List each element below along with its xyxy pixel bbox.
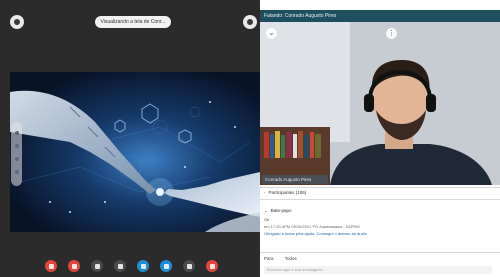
divider: [260, 199, 500, 200]
chat-input-field[interactable]: Escreva aqui a sua mensagem...: [264, 266, 492, 274]
viewing-screen-label[interactable]: Visualizando a tela de Conr...: [95, 16, 171, 28]
chat-message-text: Obrigado a todos pela ajuda. Consegui o …: [264, 231, 367, 236]
shared-screen-image: [10, 72, 260, 232]
speaker-video-frame: [260, 22, 500, 185]
people-icon: [140, 263, 146, 269]
share-icon: [117, 263, 123, 269]
chat-button[interactable]: [160, 260, 172, 272]
divider: [260, 252, 500, 253]
leave-button[interactable]: [206, 260, 218, 272]
chat-section-header[interactable]: ⌄ Bate-papo: [260, 206, 500, 216]
more-button[interactable]: [183, 260, 195, 272]
participants-section-label: Participantes (106): [268, 190, 307, 195]
options-icon[interactable]: [243, 15, 257, 29]
participants-section-header[interactable]: › Participantes (106): [260, 188, 500, 198]
share-button[interactable]: [114, 260, 126, 272]
robot-hand-touch-image: [10, 72, 260, 232]
participants-button[interactable]: [137, 260, 149, 272]
collapse-video-icon[interactable]: ⌄: [266, 28, 277, 39]
annotation-toolbar: [11, 122, 22, 186]
eraser-tool-icon[interactable]: [14, 157, 19, 161]
chat-message-ok: Ok: [264, 217, 270, 222]
more-icon: [186, 263, 192, 269]
menu-icon[interactable]: [10, 15, 24, 29]
record-button[interactable]: [91, 260, 103, 272]
tab-todos[interactable]: Todos: [285, 256, 297, 261]
top-bar: Visualizando a tela de Conr...: [0, 0, 260, 40]
side-panel: Falando: Conrado Augusto Pires ⌄ ⋮ Conra…: [260, 0, 500, 277]
record-icon: [94, 263, 100, 269]
zoom-tool-icon[interactable]: [14, 170, 19, 174]
chat-message-meta: em 17:00 APM 09/26/2021 PG Aaaaaaaaaa - …: [264, 224, 360, 229]
chat-recipient-tabs: Para Todos: [260, 254, 500, 264]
pen-tool-icon[interactable]: [14, 144, 19, 148]
chevron-right-icon: ›: [264, 190, 266, 195]
hangup-icon: [209, 263, 215, 269]
mic-icon: [48, 263, 54, 269]
speaker-name-tag: Conrado Augusto Pires: [262, 175, 328, 184]
chat-icon: [163, 263, 169, 269]
chevron-down-icon: ⌄: [264, 208, 268, 213]
mic-button[interactable]: [45, 260, 57, 272]
video-options-icon[interactable]: ⋮: [386, 28, 397, 39]
camera-icon: [71, 263, 77, 269]
shared-screen-pane: Visualizando a tela de Conr...: [0, 0, 260, 277]
speaker-indicator: Falando: Conrado Augusto Pires: [260, 10, 500, 22]
chat-section-label: Bate-papo: [270, 208, 292, 213]
pointer-tool-icon[interactable]: [14, 131, 19, 135]
speaker-video: ⌄ ⋮: [260, 22, 500, 185]
tab-para[interactable]: Para: [264, 256, 274, 261]
controls-bar: [0, 232, 260, 277]
video-button[interactable]: [68, 260, 80, 272]
